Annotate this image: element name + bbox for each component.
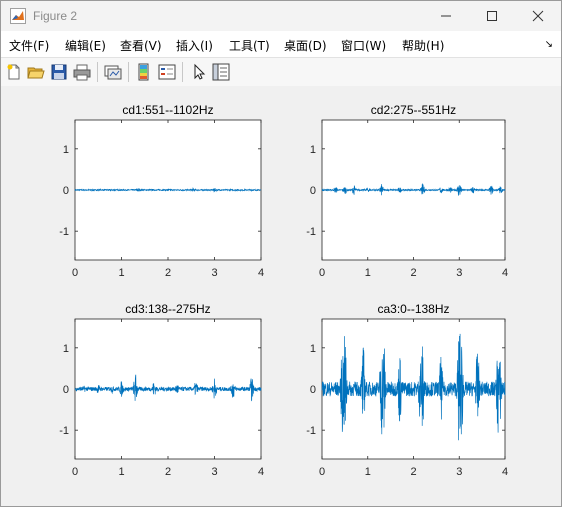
subplot-grid: cd1:551--1102Hz 0 1 2 3 4 1 0 -1 cd2:275--551Hz 0 1… (59, 103, 508, 478)
x-tick-label: 3 (456, 466, 462, 478)
toolbar-separator (182, 62, 183, 82)
menu-view[interactable]: 查看(V) (120, 37, 162, 54)
y-tick-label: -1 (306, 425, 316, 437)
x-tick-label: 3 (211, 267, 217, 279)
save-icon[interactable] (50, 63, 68, 81)
x-tick-label: 4 (502, 466, 508, 478)
y-tick-label: -1 (306, 226, 316, 238)
close-button[interactable] (515, 1, 561, 31)
menu-tools[interactable]: 工具(T) (229, 37, 270, 54)
new-figure-icon[interactable] (5, 63, 23, 81)
insert-colorbar-icon[interactable] (135, 63, 153, 81)
property-inspector-icon[interactable] (212, 63, 230, 81)
x-tick-label: 1 (365, 466, 371, 478)
x-tick-label: 2 (410, 267, 416, 279)
x-tick-label: 4 (502, 267, 508, 279)
window-title: Figure 2 (33, 9, 78, 23)
y-tick-label: -1 (59, 226, 69, 238)
y-tick-label: 1 (63, 343, 69, 355)
x-tick-label: 0 (72, 267, 78, 279)
x-tick-label: 3 (211, 466, 217, 478)
x-tick-label: 0 (72, 466, 78, 478)
y-tick-label: 0 (63, 384, 69, 396)
maximize-icon (487, 11, 497, 21)
x-tick-label: 3 (456, 267, 462, 279)
menu-overflow-icon[interactable]: ↘ (545, 39, 553, 50)
x-tick-label: 4 (258, 267, 264, 279)
print-icon[interactable] (73, 63, 91, 81)
edit-plot-icon[interactable] (190, 63, 208, 81)
menu-file[interactable]: 文件(F) (9, 37, 49, 54)
toolbar-separator (128, 62, 129, 82)
x-tick-label: 0 (319, 267, 325, 279)
toolbar (1, 57, 561, 87)
figure-canvas: cd1:551--1102Hz 0 1 2 3 4 1 0 -1 cd2:275--551Hz 0 1… (1, 86, 561, 506)
menu-edit[interactable]: 编辑(E) (65, 37, 106, 54)
menu-bar: 文件(F) 编辑(E) 查看(V) 插入(I) 工具(T) 桌面(D) 窗口(W… (1, 31, 561, 57)
axes-title: cd2:275--551Hz (371, 103, 456, 117)
y-tick-label: 1 (63, 144, 69, 156)
x-tick-label: 2 (165, 267, 171, 279)
axes-title: cd1:551--1102Hz (122, 103, 213, 117)
x-tick-label: 1 (118, 267, 124, 279)
x-tick-label: 4 (258, 466, 264, 478)
matlab-logo-icon (10, 8, 26, 24)
y-tick-label: 1 (310, 343, 316, 355)
y-tick-label: 1 (310, 144, 316, 156)
y-tick-label: 0 (310, 185, 316, 197)
menu-insert[interactable]: 插入(I) (176, 37, 213, 54)
minimize-button[interactable] (423, 1, 469, 31)
title-bar: Figure 2 (1, 1, 561, 31)
insert-legend-icon[interactable] (158, 63, 176, 81)
x-tick-label: 1 (365, 267, 371, 279)
y-tick-label: 0 (63, 185, 69, 197)
x-tick-label: 0 (319, 466, 325, 478)
x-tick-label: 2 (165, 466, 171, 478)
close-icon (532, 10, 544, 22)
minimize-icon (441, 15, 451, 17)
x-tick-label: 2 (410, 466, 416, 478)
menu-desktop[interactable]: 桌面(D) (284, 37, 327, 54)
y-tick-label: 0 (310, 384, 316, 396)
x-tick-label: 1 (118, 466, 124, 478)
axes-title: cd3:138--275Hz (125, 302, 210, 316)
link-plot-icon[interactable] (104, 63, 122, 81)
menu-help[interactable]: 帮助(H) (402, 37, 444, 54)
open-file-icon[interactable] (27, 63, 45, 81)
y-tick-label: -1 (59, 425, 69, 437)
figure-window: Figure 2 文件(F) 编辑(E) 查看(V) 插入(I) 工具(T) 桌… (0, 0, 562, 507)
menu-window[interactable]: 窗口(W) (341, 37, 386, 54)
axes-title: ca3:0--138Hz (377, 302, 449, 316)
toolbar-separator (97, 62, 98, 82)
maximize-button[interactable] (469, 1, 515, 31)
